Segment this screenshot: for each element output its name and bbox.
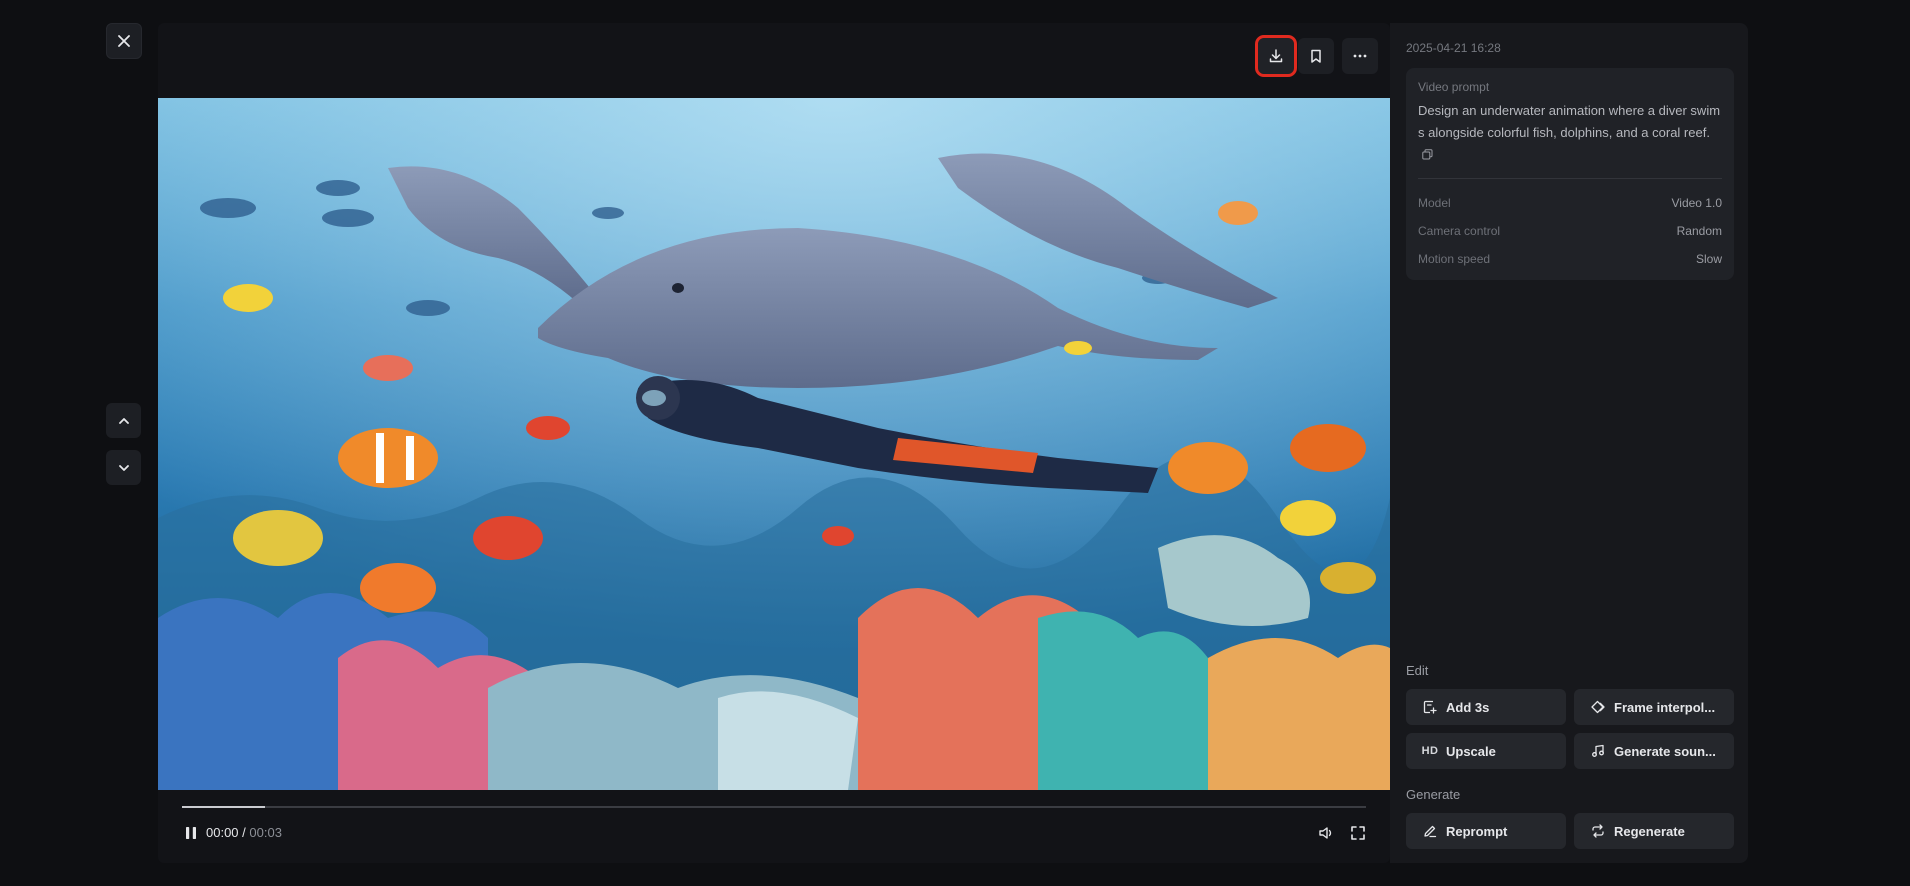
music-note-icon — [1590, 743, 1606, 759]
video-frame[interactable] — [158, 98, 1390, 790]
play-pause-button[interactable] — [182, 824, 200, 842]
meta-row-camera-control: Camera control Random — [1418, 224, 1722, 240]
progress-bar[interactable] — [182, 806, 1366, 808]
button-label: Frame interpol... — [1614, 699, 1716, 715]
close-button[interactable] — [106, 23, 142, 59]
download-button[interactable] — [1255, 35, 1297, 77]
time-separator: / — [238, 825, 250, 840]
meta-label: Motion speed — [1418, 252, 1491, 266]
meta-value: Random — [1676, 224, 1722, 238]
frame-interpolation-icon — [1590, 699, 1606, 715]
prompt-text: Design an underwater animation where a d… — [1418, 103, 1721, 140]
prompt-label: Video prompt — [1418, 80, 1490, 94]
copy-icon[interactable] — [1422, 149, 1433, 160]
fullscreen-icon — [1351, 826, 1365, 840]
add-time-icon — [1422, 699, 1438, 715]
progress-fill — [182, 806, 265, 808]
more-horizontal-icon — [1353, 54, 1367, 58]
divider — [1418, 178, 1722, 179]
reprompt-button[interactable]: Reprompt — [1406, 813, 1566, 849]
time-display: 00:00 / 00:03 — [206, 824, 282, 842]
meta-row-model: Model Video 1.0 — [1418, 196, 1722, 212]
bookmark-icon — [1311, 49, 1321, 63]
pause-icon — [186, 827, 196, 839]
generate-section-label: Generate — [1406, 787, 1461, 802]
frame-interpolation-button[interactable]: Frame interpol... — [1574, 689, 1734, 725]
chevron-down-icon — [118, 464, 129, 471]
meta-label: Camera control — [1418, 224, 1501, 238]
generate-sound-button[interactable]: Generate soun... — [1574, 733, 1734, 769]
button-label: Regenerate — [1614, 823, 1685, 839]
button-label: Upscale — [1446, 743, 1496, 759]
button-label: Add 3s — [1446, 699, 1490, 715]
video-player: 00:00 / 00:03 — [158, 23, 1390, 863]
upscale-button[interactable]: HD Upscale — [1406, 733, 1566, 769]
bookmark-button[interactable] — [1298, 38, 1334, 74]
download-icon — [1269, 49, 1283, 63]
button-label: Reprompt — [1446, 823, 1508, 839]
meta-value: Slow — [1695, 252, 1722, 266]
more-options-button[interactable] — [1342, 38, 1378, 74]
next-item-button[interactable] — [106, 450, 141, 485]
pencil-icon — [1422, 823, 1438, 839]
edit-section-label: Edit — [1406, 663, 1429, 678]
volume-button[interactable] — [1316, 823, 1336, 843]
prompt-text-block: Design an underwater animation where a d… — [1418, 100, 1724, 166]
underwater-scene-illustration — [158, 98, 1390, 790]
meta-label: Model — [1418, 196, 1451, 210]
player-controls: 00:00 / 00:03 — [158, 790, 1390, 863]
generation-info-card: Video prompt Design an underwater animat… — [1406, 68, 1734, 280]
regenerate-button[interactable]: Regenerate — [1574, 813, 1734, 849]
hd-icon: HD — [1421, 745, 1439, 757]
chevron-up-icon — [118, 417, 129, 424]
meta-value: Video 1.0 — [1671, 196, 1723, 210]
button-label: Generate soun... — [1614, 743, 1716, 759]
creation-timestamp: 2025-04-21 16:28 — [1406, 41, 1501, 55]
repeat-icon — [1590, 823, 1606, 839]
current-time: 00:00 — [206, 825, 239, 840]
total-time: 00:03 — [249, 825, 282, 840]
add-3s-button[interactable]: Add 3s — [1406, 689, 1566, 725]
close-icon — [118, 35, 130, 47]
meta-row-motion-speed: Motion speed Slow — [1418, 252, 1722, 268]
details-panel: 2025-04-21 16:28 Video prompt Design an … — [1390, 23, 1748, 863]
previous-item-button[interactable] — [106, 403, 141, 438]
fullscreen-button[interactable] — [1348, 823, 1368, 843]
volume-icon — [1319, 827, 1332, 839]
